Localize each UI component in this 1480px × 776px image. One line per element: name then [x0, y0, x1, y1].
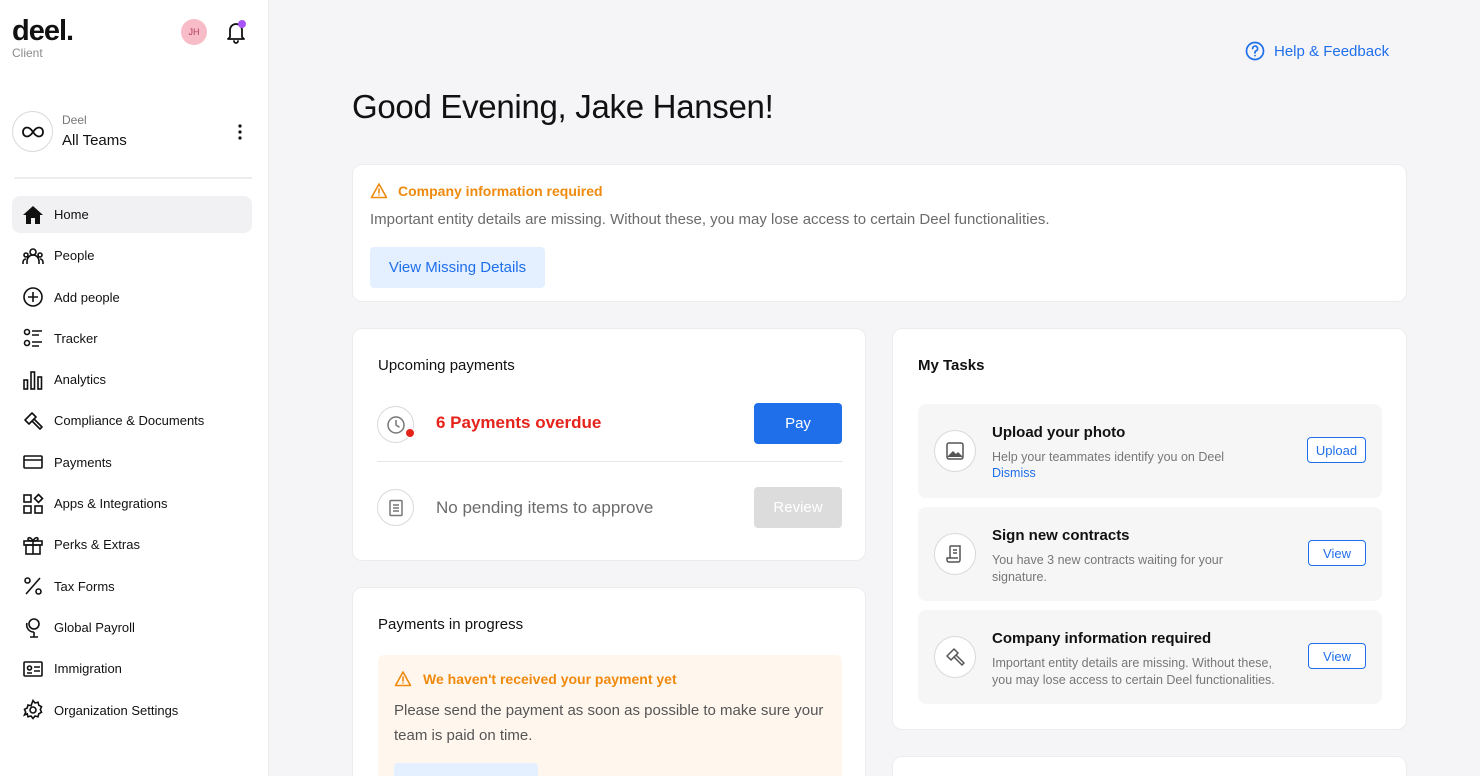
sidebar-divider — [14, 177, 252, 179]
more-vertical-icon[interactable] — [234, 122, 246, 142]
sidebar: deel. Client JH Deel All Teams Home Peop… — [0, 0, 269, 776]
team-switcher[interactable]: Deel All Teams — [12, 110, 252, 156]
gift-icon — [22, 534, 44, 556]
sidebar-item-tax-forms[interactable]: Tax Forms — [12, 568, 252, 605]
view-company-info-button[interactable]: View — [1308, 643, 1366, 669]
view-missing-details-button[interactable]: View Missing Details — [370, 247, 545, 288]
alert-title: Company information required — [370, 182, 603, 200]
sidebar-item-label: Add people — [54, 289, 120, 305]
card-icon — [22, 451, 44, 473]
home-icon — [22, 204, 44, 226]
sidebar-item-analytics[interactable]: Analytics — [12, 361, 252, 398]
gavel-icon — [22, 410, 44, 432]
overdue-dot — [405, 428, 415, 438]
analytics-icon — [22, 369, 44, 391]
sidebar-item-label: Immigration — [54, 661, 122, 677]
payments-in-progress-title: Payments in progress — [378, 616, 524, 633]
sidebar-item-add-people[interactable]: Add people — [12, 279, 252, 316]
image-icon — [934, 430, 976, 472]
avatar[interactable]: JH — [181, 19, 207, 45]
payment-warning-box: We haven't received your payment yet Ple… — [378, 655, 842, 776]
upload-button[interactable]: Upload — [1307, 437, 1366, 463]
view-contracts-button[interactable]: View — [1308, 540, 1366, 566]
people-icon — [22, 245, 44, 267]
task-description: You have 3 new contracts waiting for you… — [992, 553, 1223, 584]
sidebar-item-label: Analytics — [54, 372, 107, 388]
pay-button[interactable]: Pay — [754, 403, 842, 444]
gavel-icon — [934, 636, 976, 678]
sidebar-item-label: Compliance & Documents — [54, 413, 205, 429]
tracker-icon — [22, 327, 44, 349]
add-circle-icon — [22, 286, 44, 308]
alert-description: Important entity details are missing. Wi… — [370, 211, 1050, 228]
document-list-icon — [377, 489, 414, 526]
sidebar-item-perks[interactable]: Perks & Extras — [12, 526, 252, 563]
alert-title-text: Company information required — [398, 183, 603, 199]
task-upload-photo: Upload your photo Help your teammates id… — [918, 404, 1382, 498]
apps-icon — [22, 492, 44, 515]
globe-payroll-icon — [22, 616, 44, 639]
upcoming-payments-card: Upcoming payments 6 Payments overdue Pay… — [352, 328, 866, 561]
warning-icon — [370, 183, 388, 199]
sidebar-item-immigration[interactable]: Immigration — [12, 650, 252, 687]
review-button[interactable]: Review — [754, 487, 842, 528]
sidebar-nav: Home People Add people Tracker Analytics — [12, 196, 252, 733]
sidebar-item-home[interactable]: Home — [12, 196, 252, 233]
team-name: All Teams — [62, 132, 127, 149]
brand-subtitle: Client — [12, 46, 43, 60]
sidebar-item-organization-settings[interactable]: Organization Settings — [12, 692, 252, 729]
sidebar-item-compliance[interactable]: Compliance & Documents — [12, 402, 252, 439]
help-feedback-label: Help & Feedback — [1274, 42, 1390, 60]
sidebar-item-label: Tracker — [54, 330, 98, 346]
notification-dot — [238, 20, 246, 28]
contract-icon — [934, 533, 976, 575]
dismiss-link[interactable]: Dismiss — [992, 466, 1036, 480]
percent-icon — [22, 575, 44, 597]
row-divider — [377, 461, 843, 462]
sidebar-item-payments[interactable]: Payments — [12, 444, 252, 481]
task-title: Upload your photo — [992, 424, 1126, 441]
sidebar-item-label: Home — [54, 207, 89, 222]
my-tasks-card: My Tasks Upload your photo Help your tea… — [892, 328, 1407, 730]
sidebar-item-label: Payments — [54, 454, 112, 470]
warning-icon — [394, 671, 412, 687]
company-info-alert: Company information required Important e… — [352, 164, 1407, 302]
sidebar-item-label: Global Payroll — [54, 619, 135, 635]
upcoming-payments-title: Upcoming payments — [378, 357, 515, 374]
payment-warning-text: Please send the payment as soon as possi… — [394, 702, 824, 744]
team-org: Deel — [62, 113, 87, 127]
deel-logo: deel. — [12, 15, 74, 47]
sidebar-item-people[interactable]: People — [12, 237, 252, 274]
payment-warning-button[interactable] — [394, 763, 538, 776]
brand[interactable]: deel. Client — [12, 14, 74, 60]
no-pending-items-text: No pending items to approve — [436, 498, 654, 517]
sidebar-item-label: Perks & Extras — [54, 537, 140, 553]
help-circle-icon — [1245, 41, 1265, 61]
task-sign-contracts: Sign new contracts You have 3 new contra… — [918, 507, 1382, 601]
sidebar-item-label: Tax Forms — [54, 578, 115, 594]
payment-warning-title-text: We haven't received your payment yet — [423, 671, 677, 687]
task-description: Help your teammates identify you on Deel — [992, 450, 1225, 464]
help-feedback-link[interactable]: Help & Feedback — [1245, 41, 1389, 61]
sidebar-item-label: Apps & Integrations — [54, 496, 168, 512]
task-title: Sign new contracts — [992, 527, 1130, 544]
sidebar-item-tracker[interactable]: Tracker — [12, 320, 252, 357]
sidebar-item-apps[interactable]: Apps & Integrations — [12, 485, 252, 522]
id-card-icon — [22, 658, 44, 680]
task-description: Important entity details are missing. Wi… — [992, 656, 1275, 687]
gear-icon — [22, 699, 44, 721]
additional-card — [892, 756, 1407, 776]
sidebar-item-label: People — [54, 248, 95, 264]
sidebar-item-label: Organization Settings — [54, 702, 179, 718]
task-company-info: Company information required Important e… — [918, 610, 1382, 704]
task-title: Company information required — [992, 630, 1212, 647]
page-title: Good Evening, Jake Hansen! — [352, 88, 774, 125]
sidebar-item-global-payroll[interactable]: Global Payroll — [12, 609, 252, 646]
payments-in-progress-card: Payments in progress We haven't received… — [352, 587, 866, 776]
my-tasks-title: My Tasks — [918, 357, 985, 374]
payments-overdue-text: 6 Payments overdue — [436, 413, 602, 432]
payment-warning-title: We haven't received your payment yet — [394, 670, 677, 688]
infinity-icon — [12, 111, 53, 152]
